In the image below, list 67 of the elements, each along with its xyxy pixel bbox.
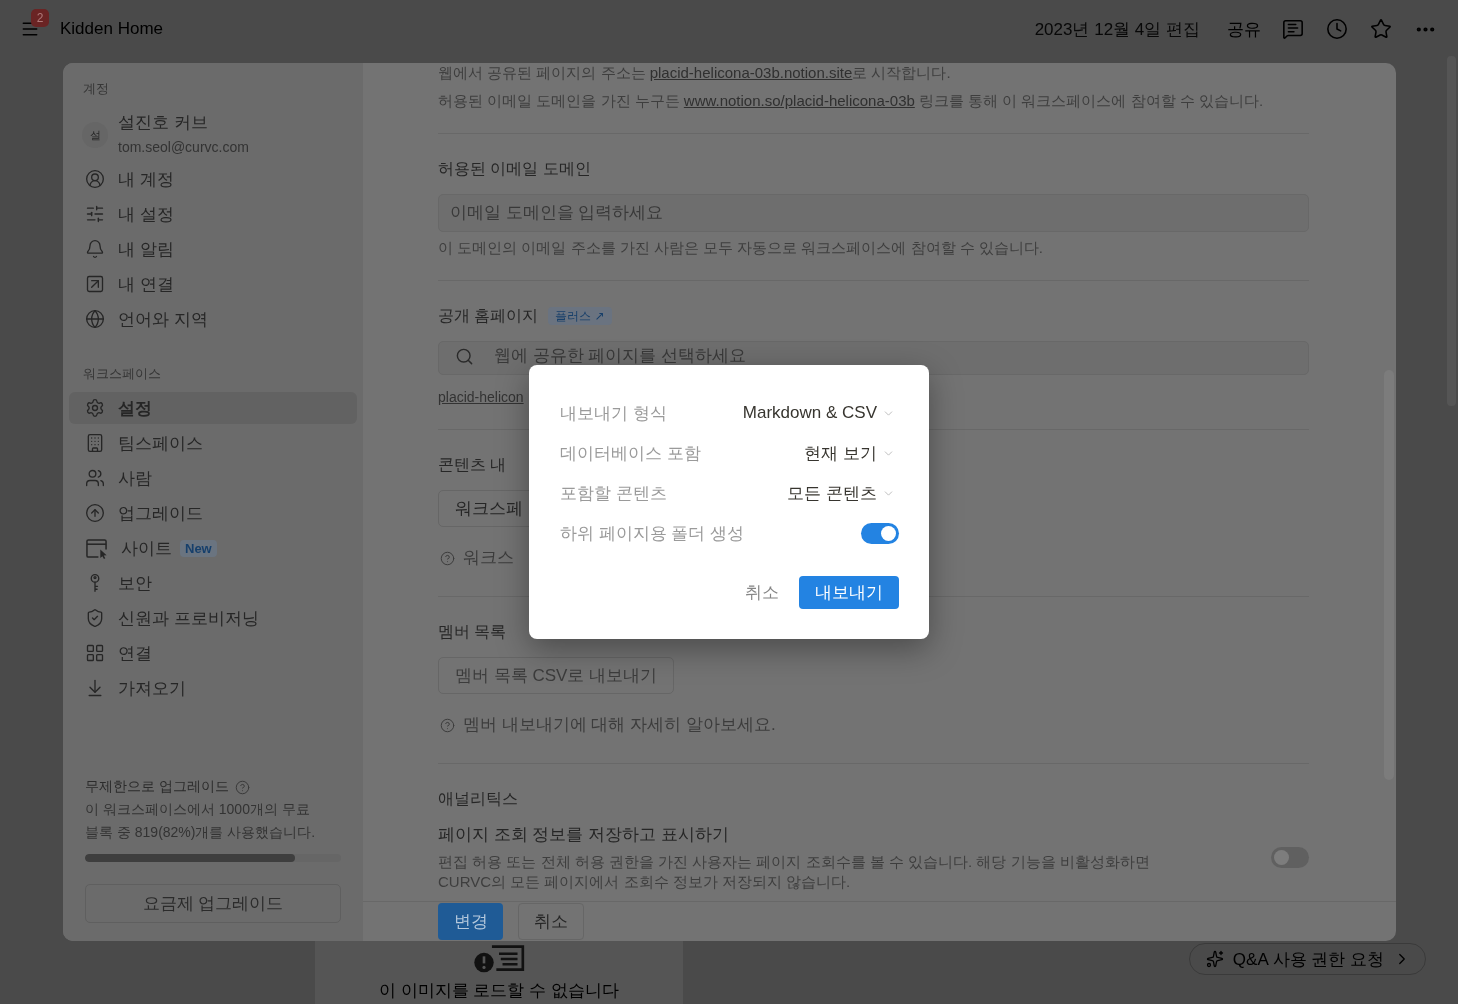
image-error-icon xyxy=(471,944,527,974)
shield-check-icon xyxy=(85,608,105,628)
cancel-button[interactable]: 취소 xyxy=(735,576,789,609)
sidebar-item[interactable]: 보안 xyxy=(69,567,357,599)
section-heading: 허용된 이메일 도메인 xyxy=(438,159,591,179)
save-button[interactable]: 변경 xyxy=(438,903,503,940)
arrow-up-circle-icon xyxy=(85,503,105,523)
star-icon[interactable] xyxy=(1370,18,1392,40)
help-icon xyxy=(440,717,455,733)
clock-icon[interactable] xyxy=(1326,18,1348,40)
plan-badge: 플러스 ↗ xyxy=(548,307,612,325)
browser-window-icon xyxy=(85,537,108,559)
edited-date-text: 2023년 12월 4일 편집 xyxy=(1034,18,1200,41)
search-icon xyxy=(455,347,474,366)
upgrade-button[interactable]: 요금제 업그레이드 xyxy=(85,884,341,923)
option-select[interactable]: Markdown & CSV xyxy=(742,403,899,423)
avatar: 설 xyxy=(82,122,108,148)
settings-icon xyxy=(85,398,105,418)
sparkle-icon xyxy=(1205,950,1224,968)
image-error-text: 이 이미지를 로드할 수 없습니다 xyxy=(379,981,619,1001)
sidebar-item[interactable]: 내 연결 xyxy=(69,268,357,300)
sidebar-item[interactable]: 신원과 프로비저닝 xyxy=(69,602,357,634)
share-button[interactable]: 공유 xyxy=(1227,17,1261,41)
help-icon[interactable] xyxy=(234,779,250,795)
notification-badge: 2 xyxy=(31,9,49,27)
section-heading: 멤버 목록 xyxy=(438,622,507,642)
sidebar-item[interactable]: 내 설정 xyxy=(69,198,357,230)
sidebar-item[interactable]: 설정 xyxy=(69,392,357,424)
option-label: 내보내기 형식 xyxy=(560,402,667,425)
building-icon xyxy=(85,433,105,453)
sidebar-item[interactable]: 내 알림 xyxy=(69,233,357,265)
domain-link[interactable]: www.notion.so/placid-helicona-03b xyxy=(683,92,915,109)
toggle-switch[interactable] xyxy=(1271,847,1309,868)
arrow-square-icon xyxy=(85,274,105,294)
option-label: 데이터베이스 포함 xyxy=(560,442,701,465)
people-icon xyxy=(85,468,105,488)
help-icon xyxy=(440,550,455,566)
user-email: tom.seol@curvc.com xyxy=(118,138,249,157)
cancel-button[interactable]: 취소 xyxy=(518,903,584,940)
page-title[interactable]: Kidden Home xyxy=(60,19,163,39)
sidebar-item[interactable]: 사람 xyxy=(69,462,357,494)
section-heading: 애널리틱스 xyxy=(438,789,518,809)
section-heading: 콘텐츠 내 xyxy=(438,455,507,475)
domain-link[interactable]: placid-helicona-03b.notion.site xyxy=(649,64,853,81)
sidebar-item[interactable]: 연결 xyxy=(69,637,357,669)
user-circle-icon xyxy=(85,169,105,189)
sliders-icon xyxy=(85,204,105,224)
sidebar-item[interactable]: 업그레이드 xyxy=(69,497,357,529)
user-name: 설진호 커브 xyxy=(118,112,208,134)
sidebar-item[interactable]: 사이트 New xyxy=(69,532,357,564)
usage-title: 무제한으로 업그레이드 xyxy=(85,778,229,796)
section-heading: 공개 홈페이지 xyxy=(438,306,539,326)
sidebar-item[interactable]: 언어와 지역 xyxy=(69,303,357,335)
globe-icon xyxy=(85,309,105,329)
sidebar-item[interactable]: 내 계정 xyxy=(69,163,357,195)
export-button[interactable]: 내보내기 xyxy=(799,576,899,609)
site-link[interactable]: placid-helicon xyxy=(438,387,524,407)
new-badge: New xyxy=(180,539,217,557)
option-select[interactable]: 현재 보기 xyxy=(804,441,899,465)
setting-title: 페이지 조회 정보를 저장하고 표시하기 xyxy=(438,824,729,846)
comment-icon[interactable] xyxy=(1282,18,1304,40)
sidebar-item[interactable]: 팀스페이스 xyxy=(69,427,357,459)
toggle-switch[interactable] xyxy=(861,522,899,544)
grid-icon xyxy=(85,643,105,663)
sidebar-item[interactable]: 가져오기 xyxy=(69,672,357,704)
bell-icon xyxy=(85,239,105,259)
option-select[interactable]: 모든 콘텐츠 xyxy=(787,481,899,505)
